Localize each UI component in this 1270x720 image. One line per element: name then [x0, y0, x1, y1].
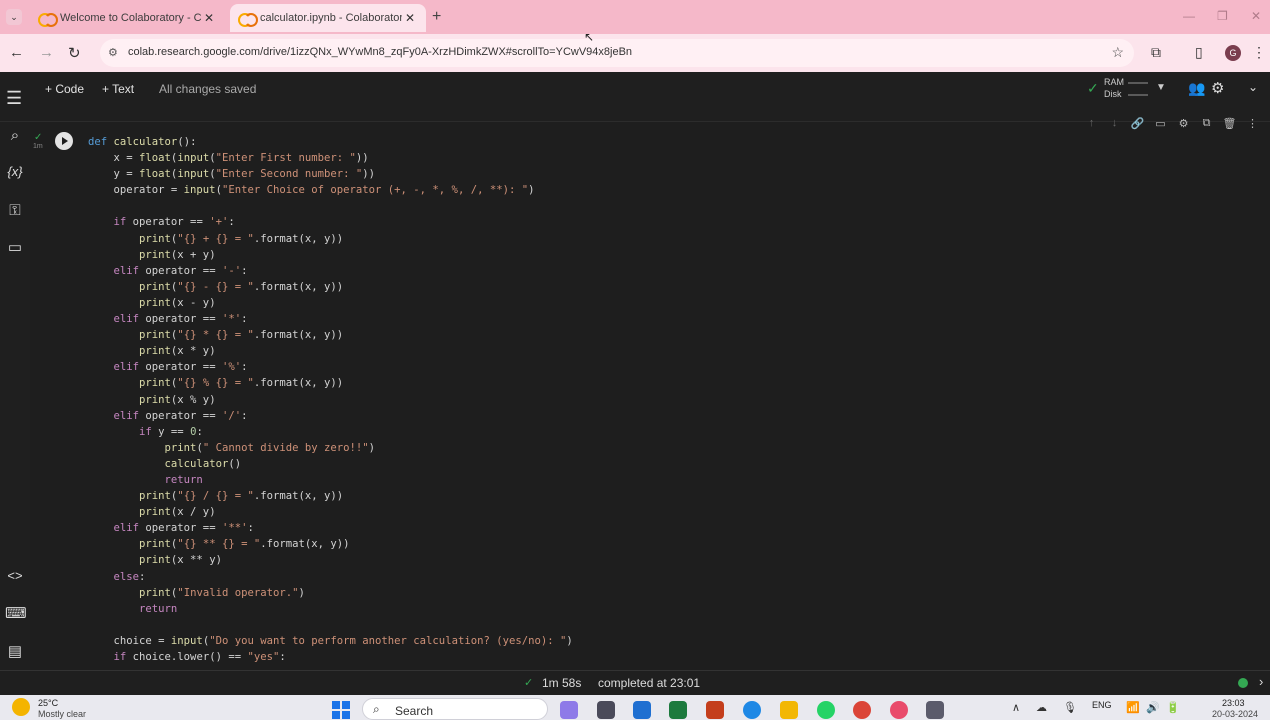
code-text[interactable]: def calculator(): x = float(input("Enter… — [88, 134, 573, 665]
gear-icon[interactable]: ⚙ — [1211, 79, 1224, 97]
code-snippets-icon[interactable]: <> — [5, 568, 25, 583]
copilot-icon[interactable] — [560, 701, 578, 719]
profile-avatar[interactable]: G — [1225, 45, 1241, 61]
mirror-cell-icon[interactable]: ⧉ — [1198, 117, 1215, 130]
weather-description[interactable]: Mostly clear — [38, 709, 86, 720]
close-icon[interactable]: ✕ — [402, 11, 418, 25]
completion-status: completed at 23:01 — [598, 676, 701, 690]
chrome-icon[interactable] — [853, 701, 871, 719]
execution-duration: 1m 58s — [542, 676, 582, 690]
store-icon[interactable] — [633, 701, 651, 719]
chevron-up-icon[interactable]: ∧ — [1012, 701, 1020, 714]
execution-time: 1m — [33, 143, 43, 150]
resource-monitor[interactable]: RAM Disk — [1104, 76, 1124, 100]
tab-title: Welcome to Colaboratory - Co — [60, 12, 201, 24]
close-window-icon[interactable]: ✕ — [1251, 9, 1261, 23]
cell-toolbar: ↑ ↓ 🔗 ▭ ⚙ ⧉ 🗑 ⋮ — [1083, 113, 1263, 133]
chevron-down-icon[interactable]: ⌄ — [1248, 80, 1258, 94]
table-of-contents-icon[interactable]: ☰ — [6, 88, 22, 109]
add-code-cell-button[interactable]: + Code — [45, 82, 84, 96]
taskbar-search[interactable]: ⌕ Search — [362, 698, 548, 720]
windows-start-icon[interactable] — [332, 701, 350, 719]
terminal-icon[interactable]: ▤ — [5, 642, 25, 660]
left-sidebar: ⌕ {x} ⚿ ▭ <> ⌨ ▤ — [0, 122, 30, 670]
excel-icon[interactable] — [669, 701, 687, 719]
gear-icon[interactable]: ⚙ — [1175, 117, 1192, 130]
search-label: Search — [395, 704, 434, 718]
volume-icon[interactable]: 🔊 — [1146, 701, 1160, 714]
people-share-icon[interactable]: 👥 — [1188, 80, 1205, 97]
comment-icon[interactable]: ▭ — [1152, 117, 1169, 130]
colab-toolbar: + Code + Text All changes saved ✓ RAM Di… — [0, 72, 1270, 122]
more-vert-icon[interactable]: ⋮ — [1244, 117, 1261, 130]
runtime-status-icon — [1238, 678, 1248, 688]
ram-label: RAM — [1104, 77, 1124, 87]
browser-tab-strip: ⌄ Welcome to Colaboratory - Co ✕ calcula… — [0, 0, 1270, 34]
connected-check-icon: ✓ — [1087, 80, 1099, 96]
browser-tab-welcome[interactable]: Welcome to Colaboratory - Co ✕ — [30, 4, 225, 32]
close-icon[interactable]: ✕ — [201, 11, 217, 25]
command-palette-icon[interactable]: ⌨ — [5, 604, 27, 622]
search-icon: ⌕ — [373, 702, 380, 716]
variables-icon[interactable]: {x} — [5, 164, 25, 179]
success-check-icon: ✓ — [524, 677, 534, 689]
colab-logo-icon — [238, 13, 258, 27]
move-cell-up-icon[interactable]: ↑ — [1083, 117, 1100, 129]
runtime-dropdown-icon[interactable]: ▼ — [1156, 82, 1166, 93]
expand-arrow-icon[interactable]: › — [1259, 674, 1263, 689]
move-cell-down-icon[interactable]: ↓ — [1106, 117, 1123, 129]
clock-date[interactable]: 20-03-2024 — [1212, 709, 1258, 720]
execution-check-icon: ✓ — [34, 132, 43, 143]
browser-navigation-bar: ← → ↻ ⚙ colab.research.google.com/drive/… — [0, 34, 1270, 72]
file-explorer-icon[interactable] — [780, 701, 798, 719]
disk-usage-bar — [1128, 94, 1148, 96]
clock-time[interactable]: 23:03 — [1222, 698, 1245, 708]
disk-label: Disk — [1104, 89, 1122, 99]
weather-temperature[interactable]: 25°C — [38, 698, 58, 708]
url-text[interactable]: colab.research.google.com/drive/1izzQNx_… — [128, 46, 632, 58]
reload-icon[interactable]: ↻ — [68, 44, 81, 62]
tab-search-chevron-icon[interactable]: ⌄ — [6, 9, 22, 25]
folder-icon[interactable]: ▭ — [5, 238, 25, 256]
minimize-icon[interactable]: — — [1183, 9, 1195, 23]
mouse-cursor-icon: ↖ — [584, 30, 595, 44]
whatsapp-icon[interactable] — [817, 701, 835, 719]
run-cell-button[interactable] — [55, 132, 73, 150]
battery-icon[interactable]: 🔋 — [1166, 701, 1180, 714]
forward-arrow-icon[interactable]: → — [39, 44, 54, 61]
colab-logo-icon — [38, 13, 58, 27]
delete-icon[interactable]: 🗑 — [1221, 117, 1238, 130]
windows-taskbar: 25°C Mostly clear ⌕ Search ∧ ☁ 🎙 ENG 📶 🔊… — [0, 695, 1270, 720]
site-info-icon[interactable]: ⚙ — [108, 46, 118, 59]
search-icon[interactable]: ⌕ — [5, 127, 25, 144]
status-bar: ✓ 1m 58s completed at 23:01 › — [0, 670, 1270, 695]
edge-icon[interactable] — [743, 701, 761, 719]
chrome-profile-icon[interactable] — [890, 701, 908, 719]
address-bar[interactable]: ⚙ colab.research.google.com/drive/1izzQN… — [100, 39, 1134, 67]
cell-gutter — [30, 122, 82, 670]
recorder-icon[interactable] — [926, 701, 944, 719]
extensions-icon[interactable]: ⧉ — [1151, 44, 1161, 61]
add-text-cell-button[interactable]: + Text — [102, 82, 134, 96]
new-tab-plus-icon[interactable]: + — [432, 8, 441, 26]
cloud-icon[interactable]: ☁ — [1036, 701, 1047, 714]
back-arrow-icon[interactable]: ← — [9, 44, 24, 61]
browser-tab-calculator[interactable]: calculator.ipynb - Colaboratory ✕ — [230, 4, 426, 32]
code-editor[interactable]: def calculator(): x = float(input("Enter… — [82, 130, 1270, 670]
task-view-icon[interactable] — [597, 701, 615, 719]
language-indicator[interactable]: ENG — [1092, 700, 1112, 710]
link-icon[interactable]: 🔗 — [1129, 117, 1146, 130]
maximize-icon[interactable]: ❐ — [1217, 9, 1228, 23]
wifi-icon[interactable]: 📶 — [1126, 701, 1140, 714]
ram-usage-bar — [1128, 82, 1148, 84]
save-status: All changes saved — [159, 82, 257, 96]
bookmark-star-icon[interactable]: ☆ — [1111, 44, 1124, 61]
tab-title: calculator.ipynb - Colaboratory — [260, 12, 402, 24]
side-panel-icon[interactable]: ▯ — [1195, 44, 1203, 61]
more-menu-icon[interactable]: ⋮ — [1252, 44, 1266, 61]
key-icon[interactable]: ⚿ — [5, 202, 25, 219]
weather-moon-icon[interactable] — [12, 698, 30, 716]
microphone-icon[interactable]: 🎙 — [1063, 701, 1077, 714]
powerpoint-icon[interactable] — [706, 701, 724, 719]
